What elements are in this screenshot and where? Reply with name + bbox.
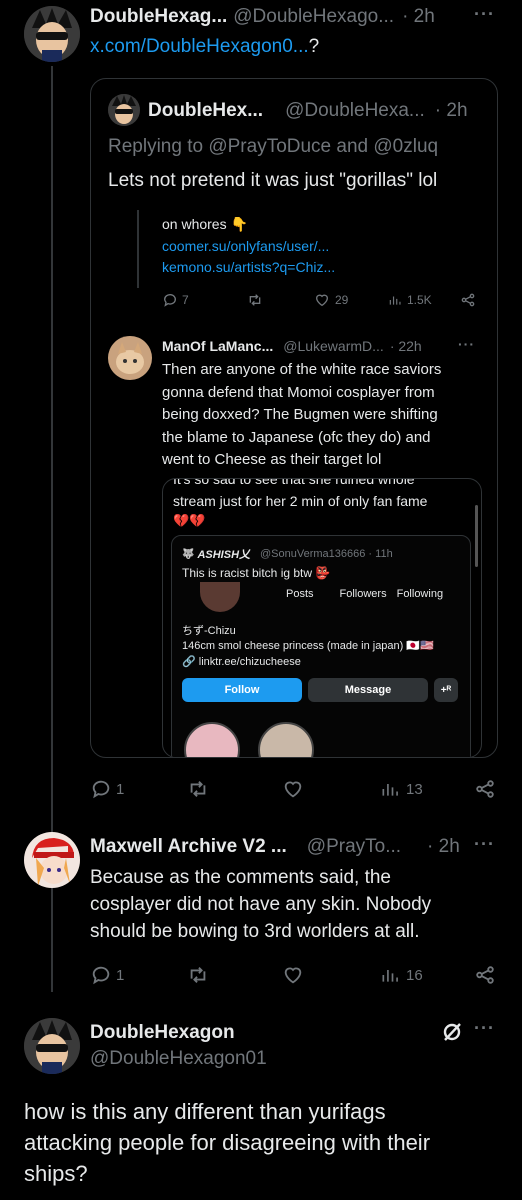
quote-author-handle[interactable]: @DoubleHexa... (285, 100, 425, 122)
profile-name: ちず-Chizu (182, 625, 236, 637)
like-button[interactable] (282, 778, 304, 800)
reply-count: 1 (116, 966, 125, 984)
share-icon (476, 966, 494, 984)
profile-picture (200, 582, 240, 612)
like-button[interactable] (282, 964, 304, 986)
reply-count: 7 (182, 293, 189, 307)
author-handle[interactable]: @DoubleHexago... (233, 6, 394, 28)
profile-stats: Posts Followers Following (286, 588, 444, 600)
nested-text: This is racist bitch ig btw 👺 (182, 566, 331, 580)
broken-hearts: 💔💔 (173, 513, 206, 528)
repost-icon (249, 294, 261, 306)
follow-button: Follow (182, 678, 302, 702)
nested-screenshot-card: 🐺 ASHISH乂 @SonuVerma136666 · 11h This is… (171, 535, 471, 757)
image-cut-text: It's so sad to see that she ruined whole (173, 478, 415, 487)
embedded-image[interactable]: It's so sad to see that she ruined whole… (162, 478, 482, 758)
reply-text: Then are anyone of the white race savior… (162, 361, 442, 468)
replying-to[interactable]: Replying to @PrayToDuce and @0zluq (108, 136, 438, 158)
highlight-circle (258, 722, 314, 757)
post-text: Because as the comments said, the cospla… (90, 867, 432, 942)
views-icon (382, 970, 398, 982)
share-button[interactable] (460, 292, 476, 308)
timestamp[interactable]: · 2h (402, 6, 435, 28)
reply-timestamp[interactable]: · 22h (390, 338, 422, 354)
reply-header: ManOf LaManc... @LukewarmD... · 22h (162, 338, 422, 354)
image-text: stream just for her 2 min of only fan fa… (173, 493, 428, 509)
quote-author-name[interactable]: DoubleHex... (148, 100, 263, 122)
like-count: 29 (335, 293, 349, 307)
share-button[interactable] (474, 778, 496, 800)
reply-button[interactable]: 1 (90, 778, 124, 800)
nested-author: ASHISH乂 (197, 549, 251, 561)
timestamp[interactable]: · 2h (427, 836, 460, 858)
inner-link-kemono[interactable]: kemono.su/artists?q=Chiz... (162, 259, 335, 275)
repost-button[interactable] (186, 964, 210, 986)
reply-button[interactable]: 1 (90, 964, 124, 986)
add-person-icon: +ᴿ (434, 678, 458, 702)
share-icon (476, 780, 494, 798)
quote-header: DoubleHex... @DoubleHexa... · 2h (148, 100, 468, 122)
repost-icon (190, 781, 206, 797)
avatar[interactable] (24, 832, 80, 888)
avatar[interactable] (24, 6, 80, 62)
reply-icon (163, 294, 176, 307)
share-button[interactable] (474, 964, 496, 986)
view-count: 13 (406, 780, 423, 798)
view-count: 1.5K (407, 293, 432, 307)
view-count: 16 (406, 966, 423, 984)
like-button[interactable]: 29 (314, 292, 348, 308)
post-header: Maxwell Archive V2 ... @PrayTo... · 2h (90, 836, 460, 858)
image-scrollbar (475, 505, 478, 567)
inner-link-coomer[interactable]: coomer.su/onlyfans/user/... (162, 238, 329, 254)
views-icon (382, 784, 398, 796)
author-name[interactable]: Maxwell Archive V2 ... (90, 836, 287, 858)
more-options-icon[interactable]: ··· (458, 336, 475, 352)
profile-bio: 146cm smol cheese princess (made in japa… (182, 640, 434, 652)
author-handle[interactable]: @PrayTo... (307, 836, 401, 858)
quote-timestamp[interactable]: · 2h (435, 100, 468, 122)
heart-icon (284, 781, 302, 798)
repost-button[interactable] (246, 292, 264, 308)
author-name[interactable]: DoubleHexag... (90, 6, 227, 28)
reply-author-handle[interactable]: @LukewarmD... (283, 338, 384, 354)
avatar[interactable] (108, 94, 140, 126)
post-header: DoubleHexag... @DoubleHexago... · 2h (90, 6, 435, 28)
more-options-icon[interactable]: ··· (474, 834, 495, 855)
avatar[interactable] (24, 1018, 80, 1074)
post-text-suffix: ? (308, 36, 320, 57)
repost-icon (190, 967, 206, 983)
views-button[interactable]: 1.5K (388, 292, 432, 308)
reply-button[interactable]: 7 (162, 292, 189, 308)
highlight-circle (184, 722, 240, 757)
inner-text: on whores 👇 (162, 216, 248, 232)
grok-icon[interactable] (440, 1020, 464, 1049)
more-options-icon[interactable]: ··· (474, 4, 495, 25)
heart-icon (284, 967, 302, 984)
post-text: x.com/DoubleHexagon0... ? (90, 36, 319, 58)
message-button: Message (308, 678, 428, 702)
reply-icon (92, 780, 110, 799)
repost-button[interactable] (186, 778, 210, 800)
nested-header: 🐺 ASHISH乂 @SonuVerma136666 · 11h (182, 546, 393, 562)
reply-icon (92, 966, 110, 985)
thread-line (51, 896, 53, 992)
views-button[interactable]: 16 (380, 964, 423, 986)
profile-link: 🔗 linktr.ee/chizucheese (182, 656, 301, 668)
quote-thread-line (137, 210, 139, 288)
author-name[interactable]: DoubleHexagon (90, 1022, 235, 1044)
share-icon (461, 293, 475, 307)
views-icon (389, 296, 401, 305)
nested-avatar-icon: 🐺 (182, 548, 195, 560)
author-handle[interactable]: @DoubleHexagon01 (90, 1048, 267, 1070)
more-options-icon[interactable]: ··· (474, 1018, 495, 1039)
reply-author-name[interactable]: ManOf LaManc... (162, 338, 273, 354)
post-text: how is this any different than yurifags … (24, 1099, 431, 1186)
nested-handle: @SonuVerma136666 · 11h (260, 548, 393, 560)
post-link[interactable]: x.com/DoubleHexagon0... (90, 36, 309, 58)
views-button[interactable]: 13 (380, 778, 423, 800)
reply-count: 1 (116, 780, 125, 798)
heart-icon (315, 294, 329, 307)
avatar[interactable] (108, 336, 152, 380)
quote-text: Lets not pretend it was just "gorillas" … (108, 170, 438, 191)
